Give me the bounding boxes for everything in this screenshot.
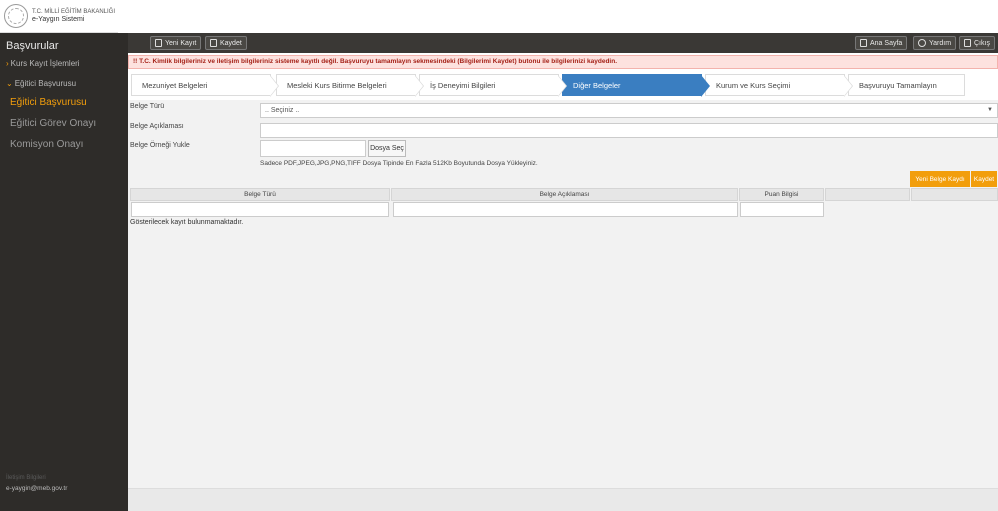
filter-belge-turu[interactable]: [131, 202, 389, 217]
belge-aciklamasi-input[interactable]: [260, 123, 998, 138]
column-header[interactable]: Belge Açıklaması: [391, 188, 738, 201]
exit-label: Çıkış: [974, 39, 990, 47]
step-is-deneyimi[interactable]: İş Deneyimi Bilgileri: [419, 74, 567, 97]
column-header[interactable]: Belge Türü: [130, 188, 390, 201]
column-header-empty: [825, 188, 910, 201]
sidebar-item-label: Eğitici Başvurusu: [14, 79, 77, 88]
sidebar-subitem-egitici-gorev-onayi[interactable]: Eğitici Görev Onayı: [10, 118, 96, 129]
step-diger-belgeler[interactable]: Diğer Belgeler: [562, 74, 710, 97]
chevron-down-icon: ⌄: [6, 79, 13, 88]
meb-seal-icon: [4, 4, 28, 28]
belge-aciklamasi-label: Belge Açıklaması: [130, 123, 184, 130]
home-icon: [860, 39, 867, 47]
new-record-button[interactable]: Yeni Kayıt: [150, 36, 202, 50]
home-label: Ana Sayfa: [870, 39, 903, 47]
step-label: Başvuruyu Tamamlayın: [859, 81, 937, 90]
filter-puan-bilgisi[interactable]: [740, 202, 824, 217]
save-label: Kaydet: [220, 39, 242, 47]
toolbar: Yeni Kayıt Kaydet Ana Sayfa Yardım Çıkış: [128, 33, 998, 53]
chevron-right-icon: ›: [6, 59, 9, 68]
empty-grid-message: Gösterilecek kayıt bulunmamaktadır.: [130, 219, 244, 226]
step-label: Diğer Belgeler: [573, 81, 621, 90]
wizard-steps: Mezuniyet Belgeleri Mesleki Kurs Bitirme…: [131, 74, 965, 97]
sidebar: Başvurular › Kurs Kayıt İşlemleri ⌄ Eğitic…: [0, 33, 128, 511]
step-label: Kurum ve Kurs Seçimi: [716, 81, 791, 90]
home-button[interactable]: Ana Sayfa: [855, 36, 908, 50]
main-content: Belge Türü .. Seçiniz .. ▼ Belge Açıklama…: [128, 100, 998, 511]
column-header-empty: [911, 188, 998, 201]
step-label: Mesleki Kurs Bitirme Belgeleri: [287, 81, 387, 90]
file-path-input[interactable]: [260, 140, 366, 157]
exit-button[interactable]: Çıkış: [959, 36, 995, 50]
help-label: Yardım: [929, 39, 952, 47]
step-label: Mezuniyet Belgeleri: [142, 81, 208, 90]
sidebar-item-kurs-kayit[interactable]: › Kurs Kayıt İşlemleri: [6, 59, 80, 68]
contact-email: e-yaygin@meb.gov.tr: [6, 485, 68, 492]
belge-turu-select[interactable]: .. Seçiniz .. ▼: [260, 103, 998, 118]
belge-turu-value: .. Seçiniz ..: [265, 107, 300, 114]
column-header[interactable]: Puan Bilgisi: [739, 188, 824, 201]
upload-hint: Sadece PDF,JPEG,JPG,PNG,TIFF Dosya Tipin…: [260, 160, 538, 167]
grid-pager: [128, 488, 998, 511]
belge-ornegi-label: Belge Örneği Yukle: [130, 142, 190, 149]
sidebar-subitem-egitici-basvurusu[interactable]: Eğitici Başvurusu: [10, 97, 87, 108]
step-label: İş Deneyimi Bilgileri: [430, 81, 496, 90]
step-mesleki-kurs[interactable]: Mesleki Kurs Bitirme Belgeleri: [276, 74, 424, 97]
contact-label: İletişim Bilgileri: [6, 475, 46, 481]
logout-icon: [964, 39, 971, 47]
help-button[interactable]: Yardım: [913, 36, 957, 50]
question-icon: [918, 39, 926, 47]
save-document-button[interactable]: Kaydet: [971, 171, 997, 187]
logo-line1: T.C. MİLLİ EĞİTİM BAKANLIĞI: [32, 9, 116, 15]
filter-belge-aciklamasi[interactable]: [393, 202, 738, 217]
documents-grid: Belge Türü Belge Açıklaması Puan Bilgisi: [130, 188, 998, 218]
sidebar-subitem-komisyon-onayi[interactable]: Komisyon Onayı: [10, 139, 83, 150]
new-record-label: Yeni Kayıt: [165, 39, 197, 47]
floppy-icon: [210, 39, 217, 47]
step-basvuru-tamamla[interactable]: Başvuruyu Tamamlayın: [848, 74, 965, 96]
sidebar-title: Başvurular: [6, 40, 59, 52]
sidebar-item-label: Kurs Kayıt İşlemleri: [10, 59, 80, 68]
file-select-button[interactable]: Dosya Seç: [368, 140, 406, 157]
logo: T.C. MİLLİ EĞİTİM BAKANLIĞI e-Yaygın Sis…: [0, 0, 118, 33]
warning-alert: !! T.C. Kimlik bilgileriniz ve iletişim …: [128, 55, 998, 69]
logo-line2: e-Yaygın Sistemi: [32, 16, 85, 23]
belge-turu-label: Belge Türü: [130, 103, 165, 110]
step-mezuniyet[interactable]: Mezuniyet Belgeleri: [131, 74, 279, 97]
step-kurum-kurs[interactable]: Kurum ve Kurs Seçimi: [705, 74, 853, 97]
document-icon: [155, 39, 162, 47]
save-button[interactable]: Kaydet: [205, 36, 247, 50]
new-document-button[interactable]: Yeni Belge Kaydı: [910, 171, 970, 187]
sidebar-item-egitici-basvurusu[interactable]: ⌄ Eğitici Başvurusu: [6, 79, 76, 88]
caret-down-icon: ▼: [987, 107, 993, 113]
